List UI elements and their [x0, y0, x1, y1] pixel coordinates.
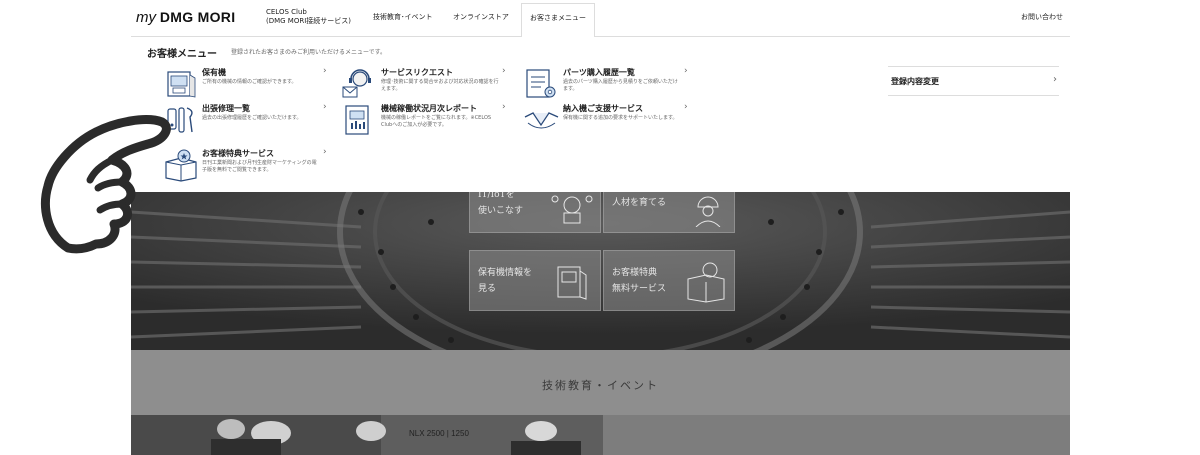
tile-label: 人材を育てる	[612, 198, 667, 208]
parts-list-icon	[526, 69, 556, 98]
chevron-right-icon: ›	[323, 147, 327, 157]
section-title: 技術教育・イベント	[542, 379, 659, 392]
machine-catalog-icon	[557, 266, 587, 300]
machine-catalog-icon	[167, 71, 196, 98]
chevron-right-icon: ›	[323, 66, 327, 76]
workers-photo-image	[131, 415, 603, 455]
menu-item-parts-history[interactable]: パーツ購入履歴一覧 過去のパーツ購入履歴から見積りをご依頼いただけます。 ›	[523, 66, 693, 107]
menu-item-delivery-support[interactable]: 納入機ご支援サービス 保有機に関する追加の要求をサポートいたします。 ›	[523, 102, 693, 143]
menu-item-monthly-report[interactable]: 機械稼働状況月次レポート 機械の稼働レポートをご覧になれます。※CELOS Cl…	[341, 102, 511, 143]
celos-line2: (DMG MORI接続サービス)	[266, 17, 352, 25]
menu-item-title: 機械稼働状況月次レポート	[381, 104, 477, 113]
chevron-right-icon: ›	[684, 66, 688, 76]
report-icon	[345, 105, 369, 135]
logo-my-text: my	[136, 9, 156, 26]
worker-icon	[695, 196, 721, 227]
nav-tech-education[interactable]: 技術教育･イベント	[373, 12, 433, 22]
menu-item-desc: 過去の出張修理履歴をご確認いただけます。	[202, 115, 302, 121]
chevron-right-icon: ›	[502, 102, 506, 112]
my-dmg-mori-logo[interactable]: my DMG MORI	[136, 9, 235, 26]
menu-item-title: サービスリクエスト	[381, 68, 453, 77]
customer-menu-dropdown: お客様メニュー 登録されたお客さまのみご利用いただけるメニューです。 保有機 ご…	[131, 36, 1070, 192]
menu-description: 登録されたお客さまのみご利用いただけるメニューです。	[231, 49, 387, 56]
nav-online-store[interactable]: オンラインストア	[453, 12, 509, 22]
tile-owned-machine-info[interactable]: 保有機情報を 見る	[469, 250, 601, 311]
menu-title: お客様メニュー	[147, 49, 217, 60]
tile-label: IT/IoTを 使いこなす	[478, 192, 524, 216]
menu-item-desc: 過去のパーツ購入履歴から見積りをご依頼いただけます。	[563, 79, 678, 92]
menu-item-owned-machines[interactable]: 保有機 ご所有の機械の情報のご確認ができます。 ›	[162, 66, 332, 107]
gift-box-icon	[687, 262, 725, 303]
handshake-icon	[524, 112, 559, 129]
chevron-right-icon: ›	[323, 102, 327, 112]
tile-label: お客様特典 無料サービス	[612, 268, 667, 294]
celos-line1: CELOS Club	[266, 8, 307, 16]
menu-item-desc: ご所有の機械の情報のご確認ができます。	[202, 79, 297, 85]
menu-item-title: 出張修理一覧	[202, 104, 250, 113]
tile-customer-benefits[interactable]: お客様特典 無料サービス	[603, 250, 735, 311]
hero-banner: IT/IoTを 使いこなす 人材を育てる 保有機情報を 見る お客様特典 無料サ…	[131, 192, 1070, 350]
tile-develop-people[interactable]: 人材を育てる	[603, 192, 735, 233]
chevron-right-icon: ›	[1053, 74, 1057, 85]
menu-item-desc: 保有機に関する追加の要求をサポートいたします。	[563, 115, 678, 121]
menu-item-desc: 日刊工業新聞および月刊生産財マーケティングの電子版を無料でご閲覧できます。	[202, 160, 317, 173]
menu-item-desc: 機械の稼働レポートをご覧になれます。※CELOS Clubへのご加入が必要です。	[381, 115, 492, 128]
headset-mail-icon	[342, 69, 371, 98]
event-photo: NLX 2500 | 1250	[131, 415, 603, 455]
menu-item-customer-benefits[interactable]: お客様特典サービス 日刊工業新聞および月刊生産財マーケティングの電子版を無料でご…	[162, 147, 332, 188]
menu-item-title: お客様特典サービス	[202, 149, 274, 158]
menu-item-onsite-repair[interactable]: 出張修理一覧 過去の出張修理履歴をご確認いただけます。 ›	[162, 102, 332, 143]
chevron-right-icon: ›	[684, 102, 688, 112]
menu-item-service-request[interactable]: サービスリクエスト 修理･技術に関する問合せおよび対応状況の確認を行えます。 ›	[341, 66, 511, 107]
menu-item-title: 保有機	[202, 68, 226, 77]
photo-caption: NLX 2500 | 1250	[409, 429, 469, 438]
celos-club-link[interactable]: CELOS Club (DMG MORI接続サービス)	[266, 8, 351, 26]
nav-contact[interactable]: お問い合わせ	[1021, 12, 1063, 22]
chevron-right-icon: ›	[502, 66, 506, 76]
tile-it-iot[interactable]: IT/IoTを 使いこなす	[469, 192, 601, 233]
menu-item-desc: 修理･技術に関する問合せおよび対応状況の確認を行えます。	[381, 79, 499, 92]
top-navigation: my DMG MORI CELOS Club (DMG MORI接続サービス) …	[0, 0, 1200, 37]
nav-customer-menu[interactable]: お客さまメニュー	[521, 3, 595, 37]
network-icon	[551, 195, 593, 224]
registration-change-label: 登録内容変更	[891, 77, 939, 86]
tile-label: 保有機情報を 見る	[478, 268, 533, 294]
pointing-hand-icon	[41, 115, 171, 254]
menu-item-title: パーツ購入履歴一覧	[563, 68, 635, 77]
logo-brand-text: DMG MORI	[159, 9, 236, 25]
menu-item-title: 納入機ご支援サービス	[563, 104, 643, 113]
section-band: 技術教育・イベント	[131, 350, 1070, 415]
registration-change-link[interactable]: 登録内容変更 ›	[888, 66, 1059, 96]
event-photo-secondary	[603, 415, 1070, 455]
